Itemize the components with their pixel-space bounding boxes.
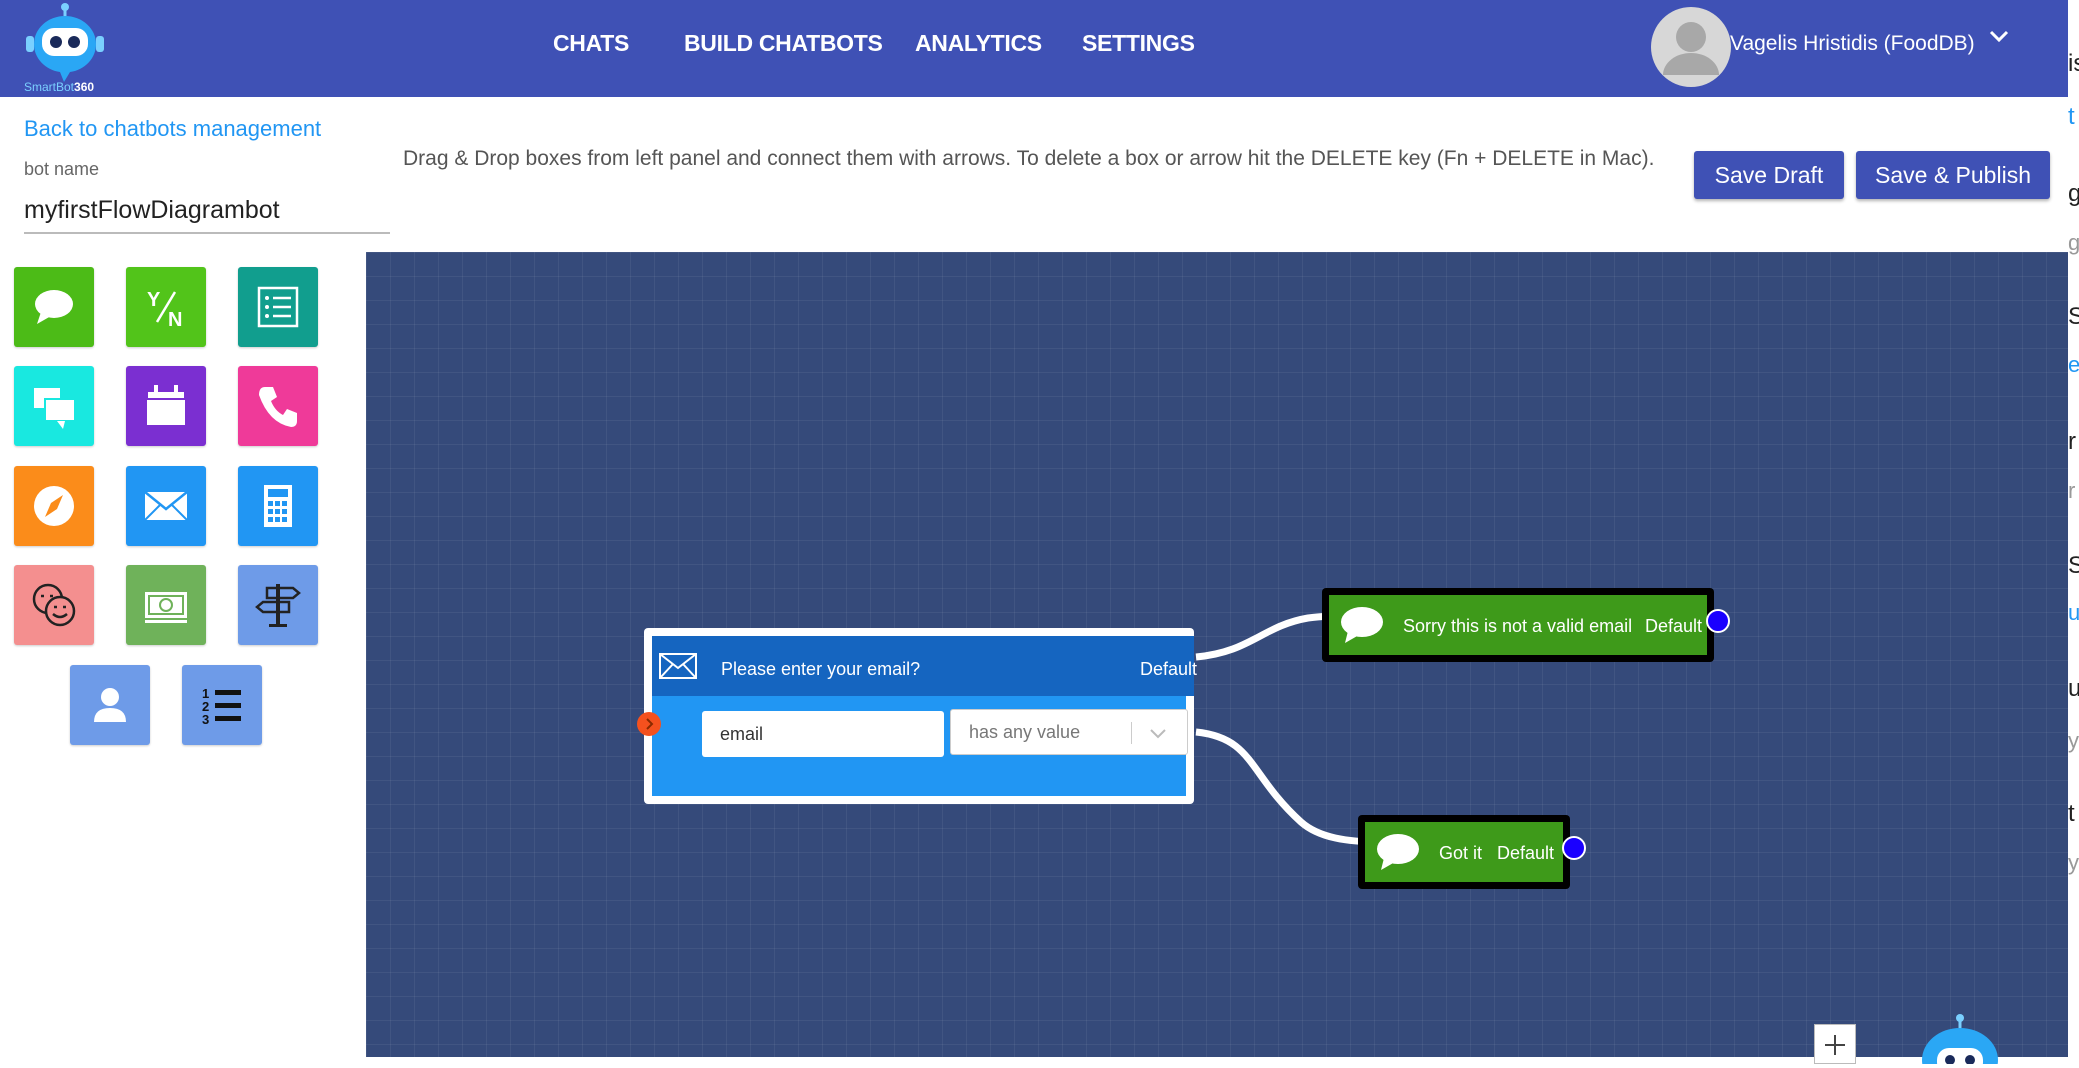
edge-text: u — [2068, 675, 2079, 702]
user-avatar[interactable] — [1651, 7, 1731, 87]
edge-text: g — [2068, 230, 2079, 255]
save-draft-button[interactable]: Save Draft — [1694, 151, 1844, 199]
message-node-text[interactable]: Sorry this is not a valid email — [1403, 616, 1632, 637]
numbered-list-icon: 123 — [202, 686, 241, 727]
nav-settings[interactable]: SETTINGS — [1082, 30, 1195, 57]
palette-faces[interactable] — [14, 565, 94, 645]
speech-bubble-icon — [1341, 607, 1383, 643]
palette-signpost[interactable] — [238, 565, 318, 645]
signpost-icon — [255, 584, 301, 627]
user-name[interactable]: Vagelis Hristidis (FoodDB) — [1730, 32, 1975, 56]
edge-text: g — [2068, 180, 2079, 207]
top-navigation-bar: SmartBot360 CHATS BUILD CHATBOTS ANALYTI… — [0, 0, 2070, 97]
person-icon — [94, 688, 126, 722]
nav-build-chatbots[interactable]: BUILD CHATBOTS — [684, 30, 883, 57]
svg-text:N: N — [168, 309, 182, 331]
edge-text: y — [2068, 728, 2079, 753]
condition-operator-select[interactable]: has any value — [950, 709, 1188, 755]
palette-multi-chat[interactable] — [14, 366, 94, 446]
flow-canvas[interactable] — [366, 252, 2068, 1057]
user-silhouette-icon — [1663, 22, 1719, 75]
zoom-in-button[interactable] — [1814, 1024, 1856, 1064]
nav-chats[interactable]: CHATS — [553, 30, 629, 57]
palette-email[interactable] — [126, 466, 206, 546]
email-node-condition-row: has any value — [652, 696, 1188, 796]
input-port[interactable] — [637, 712, 661, 736]
palette-message[interactable] — [14, 267, 94, 347]
email-icon — [659, 653, 697, 679]
edge-text: is — [2068, 50, 2079, 77]
palette-money[interactable] — [126, 565, 206, 645]
palette-phone[interactable] — [238, 366, 318, 446]
edge-text: y — [2068, 850, 2079, 875]
email-node-default-label: Default — [1140, 659, 1198, 679]
output-port[interactable] — [1562, 836, 1586, 860]
invalid-email-message-node[interactable]: Sorry this is not a valid email Default — [1322, 588, 1714, 662]
back-to-chatbots-link[interactable]: Back to chatbots management — [24, 116, 321, 142]
speech-bubble-icon — [35, 290, 73, 324]
palette-calendar[interactable] — [126, 366, 206, 446]
email-icon — [144, 491, 188, 521]
list-icon — [257, 286, 299, 328]
chevron-right-icon — [646, 718, 654, 730]
edge-text: u — [2068, 600, 2079, 625]
palette-contact[interactable] — [70, 665, 150, 745]
output-port[interactable] — [1706, 609, 1730, 633]
palette-numbered-list[interactable]: 123 — [182, 665, 262, 745]
edge-text: Sl — [2068, 552, 2079, 579]
edge-text: t — [2068, 103, 2075, 130]
edge-text: r — [2068, 478, 2076, 503]
speech-bubble-icon — [1377, 834, 1419, 870]
palette-yes-no[interactable]: YN — [126, 267, 206, 347]
edge-text: t — [2068, 800, 2075, 827]
connection-arrow-valid[interactable] — [1195, 728, 1382, 846]
nav-analytics[interactable]: ANALYTICS — [915, 30, 1042, 57]
connection-arrows — [1195, 602, 1398, 856]
message-node-body: Got it Default — [1365, 822, 1563, 882]
message-node-default-label: Default — [1645, 616, 1703, 636]
money-icon — [145, 592, 187, 623]
phone-icon — [259, 387, 297, 427]
calendar-icon — [146, 385, 186, 425]
got-it-message-node[interactable]: Got it Default — [1358, 815, 1570, 889]
logo-text: SmartBot360 — [24, 80, 95, 94]
bot-name-input[interactable] — [24, 188, 390, 234]
multi-chat-icon — [32, 386, 76, 429]
bot-name-label: bot name — [24, 159, 100, 179]
chevron-down-icon — [1150, 729, 1166, 739]
adjacent-panel-edge: is t g g Sl e r r Sl u u y t y — [2068, 0, 2079, 1057]
plus-icon — [1825, 1035, 1845, 1055]
condition-field-input[interactable] — [702, 711, 944, 757]
message-node-default-label: Default — [1497, 843, 1555, 863]
email-node-title[interactable]: Please enter your email? — [721, 659, 920, 680]
edge-text: r — [2068, 428, 2076, 455]
edge-text: Sl — [2068, 303, 2079, 330]
save-publish-button[interactable]: Save & Publish — [1856, 151, 2050, 199]
faces-icon — [32, 583, 76, 627]
calculator-icon — [264, 485, 292, 527]
compass-icon — [34, 486, 74, 526]
svg-text:3: 3 — [202, 712, 209, 727]
email-question-node[interactable]: Please enter your email? Default has any… — [644, 628, 1198, 804]
palette-compass[interactable] — [14, 466, 94, 546]
palette-list[interactable] — [238, 267, 318, 347]
condition-operator-value: has any value — [969, 722, 1081, 742]
edge-text: e — [2068, 352, 2079, 377]
yes-no-icon: YN — [147, 289, 182, 331]
editor-instructions: Drag & Drop boxes from left panel and co… — [403, 147, 1655, 170]
palette-calculator[interactable] — [238, 466, 318, 546]
chevron-down-icon[interactable] — [1987, 24, 2011, 48]
svg-text:Y: Y — [147, 289, 161, 311]
email-node-header: Please enter your email? Default — [652, 636, 1198, 696]
message-node-body: Sorry this is not a valid email Default — [1329, 595, 1707, 655]
message-node-text[interactable]: Got it — [1439, 843, 1482, 864]
select-separator — [1131, 722, 1132, 744]
